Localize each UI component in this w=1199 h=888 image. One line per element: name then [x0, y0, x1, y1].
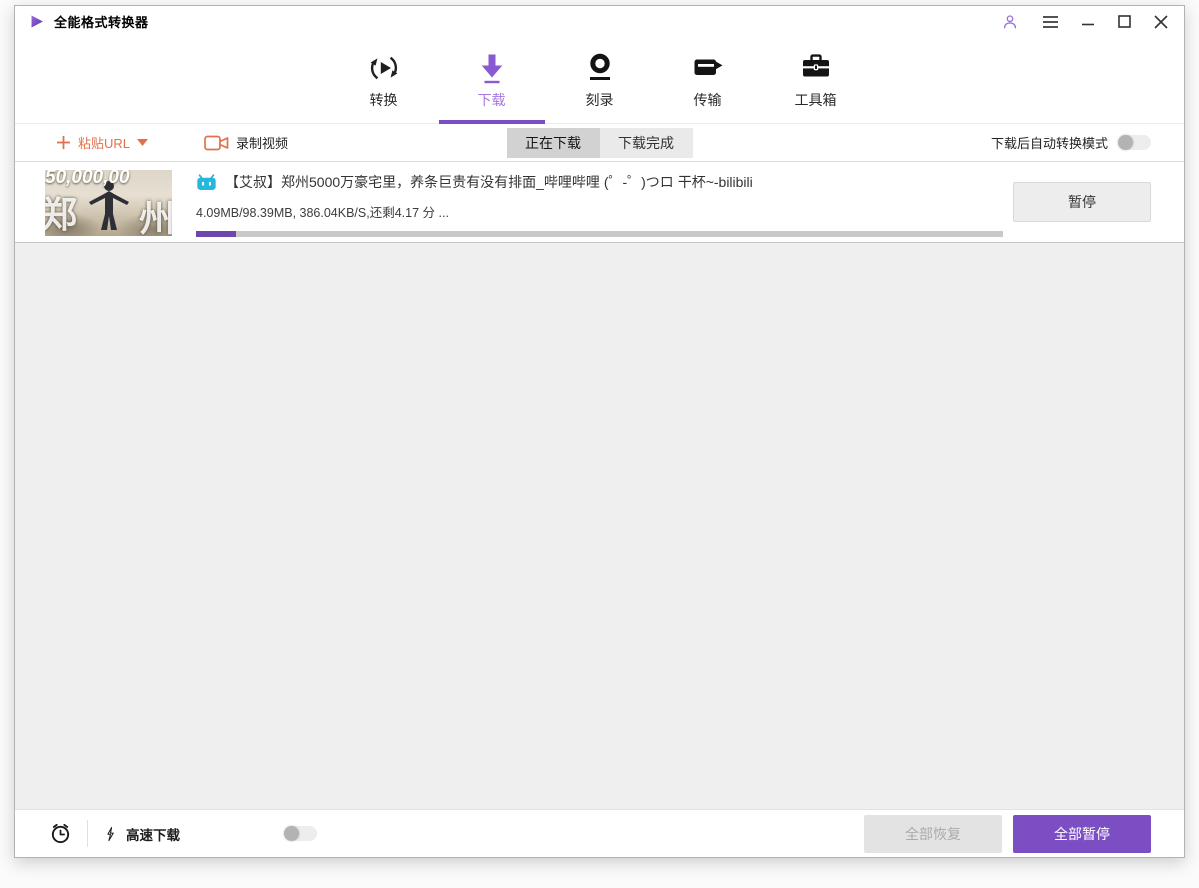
footer: 高速下载 全部恢复 全部暂停 [15, 809, 1184, 857]
toolbox-icon [798, 50, 834, 86]
alarm-clock-icon [51, 823, 70, 844]
progress-fill [196, 231, 237, 237]
download-list: 50,000,00 郑 州 【艾叔】郑州5000万豪宅里，养条巨贵有没有排面_哔… [15, 162, 1184, 809]
download-row: 50,000,00 郑 州 【艾叔】郑州5000万豪宅里，养条巨贵有没有排面_哔… [15, 162, 1184, 243]
plus-icon [57, 136, 70, 149]
app-window: 全能格式转换器 转换 下载 刻录 传输 工具箱 粘贴URL 录制视频 正在下载 … [14, 5, 1185, 858]
filter-tab-finished[interactable]: 下载完成 [599, 127, 693, 158]
high-speed-label: 高速下载 [126, 827, 180, 843]
download-progress-text: 4.09MB/98.39MB, 386.04KB/S,还剩4.17 分 ... [196, 206, 449, 220]
download-title: 【艾叔】郑州5000万豪宅里，养条巨贵有没有排面_哔哩哔哩 (゜-゜)つロ 干杯… [225, 174, 753, 190]
video-thumbnail: 50,000,00 郑 州 [45, 170, 172, 236]
titlebar: 全能格式转换器 [15, 6, 1184, 37]
tab-toolbox[interactable]: 工具箱 [763, 37, 869, 123]
download-filter-tabs: 正在下载 下载完成 [506, 127, 693, 158]
tab-toolbox-label: 工具箱 [794, 92, 837, 108]
tab-transfer[interactable]: 传输 [655, 37, 761, 123]
camera-icon [204, 135, 229, 150]
thumbnail-char-left: 郑 [45, 194, 78, 235]
record-video-button[interactable]: 录制视频 [204, 133, 288, 152]
pause-button[interactable]: 暂停 [1013, 182, 1151, 222]
tab-download[interactable]: 下载 [438, 37, 545, 124]
convert-icon [366, 50, 402, 86]
lightning-bolt-icon [107, 826, 114, 841]
auto-convert-label: 下载后自动转换模式 [990, 136, 1108, 151]
minimize-icon[interactable] [1082, 15, 1095, 28]
paste-url-label: 粘贴URL [78, 136, 131, 151]
main-nav: 转换 下载 刻录 传输 工具箱 [15, 37, 1184, 124]
close-icon[interactable] [1154, 14, 1168, 29]
schedule-button[interactable] [49, 822, 72, 845]
menu-icon[interactable] [1042, 15, 1059, 29]
record-video-label: 录制视频 [236, 136, 289, 151]
download-icon [474, 50, 510, 86]
thumbnail-char-right: 州 [138, 198, 172, 236]
progress-bar [196, 231, 1003, 237]
transfer-icon [690, 50, 726, 86]
tab-convert[interactable]: 转换 [331, 37, 437, 123]
tab-burn-label: 刻录 [585, 92, 614, 108]
auto-convert-toggle[interactable] [1118, 135, 1151, 150]
resume-all-button[interactable]: 全部恢复 [864, 814, 1002, 853]
auto-convert-control: 下载后自动转换模式 [991, 133, 1151, 152]
bilibili-tv-icon [197, 173, 216, 190]
tab-convert-label: 转换 [369, 92, 398, 108]
download-info: 【艾叔】郑州5000万豪宅里，养条巨贵有没有排面_哔哩哔哩 (゜-゜)つロ 干杯… [196, 162, 1013, 237]
tab-transfer-label: 传输 [693, 92, 722, 108]
burn-icon [582, 50, 618, 86]
filter-tab-downloading[interactable]: 正在下载 [506, 127, 600, 158]
account-icon[interactable] [1001, 13, 1019, 31]
high-speed-download-control: 高速下载 [103, 823, 317, 845]
chevron-down-icon[interactable] [137, 139, 149, 146]
high-speed-toggle[interactable] [284, 826, 317, 841]
paste-url-button[interactable]: 粘贴URL [56, 133, 149, 152]
divider [87, 820, 88, 847]
toolbar: 粘贴URL 录制视频 正在下载 下载完成 下载后自动转换模式 [15, 124, 1184, 162]
tab-burn[interactable]: 刻录 [547, 37, 653, 123]
pause-all-button[interactable]: 全部暂停 [1013, 814, 1151, 853]
app-title: 全能格式转换器 [54, 15, 149, 30]
tab-download-label: 下载 [477, 92, 506, 108]
app-logo-icon [31, 15, 43, 28]
maximize-icon[interactable] [1118, 15, 1131, 28]
